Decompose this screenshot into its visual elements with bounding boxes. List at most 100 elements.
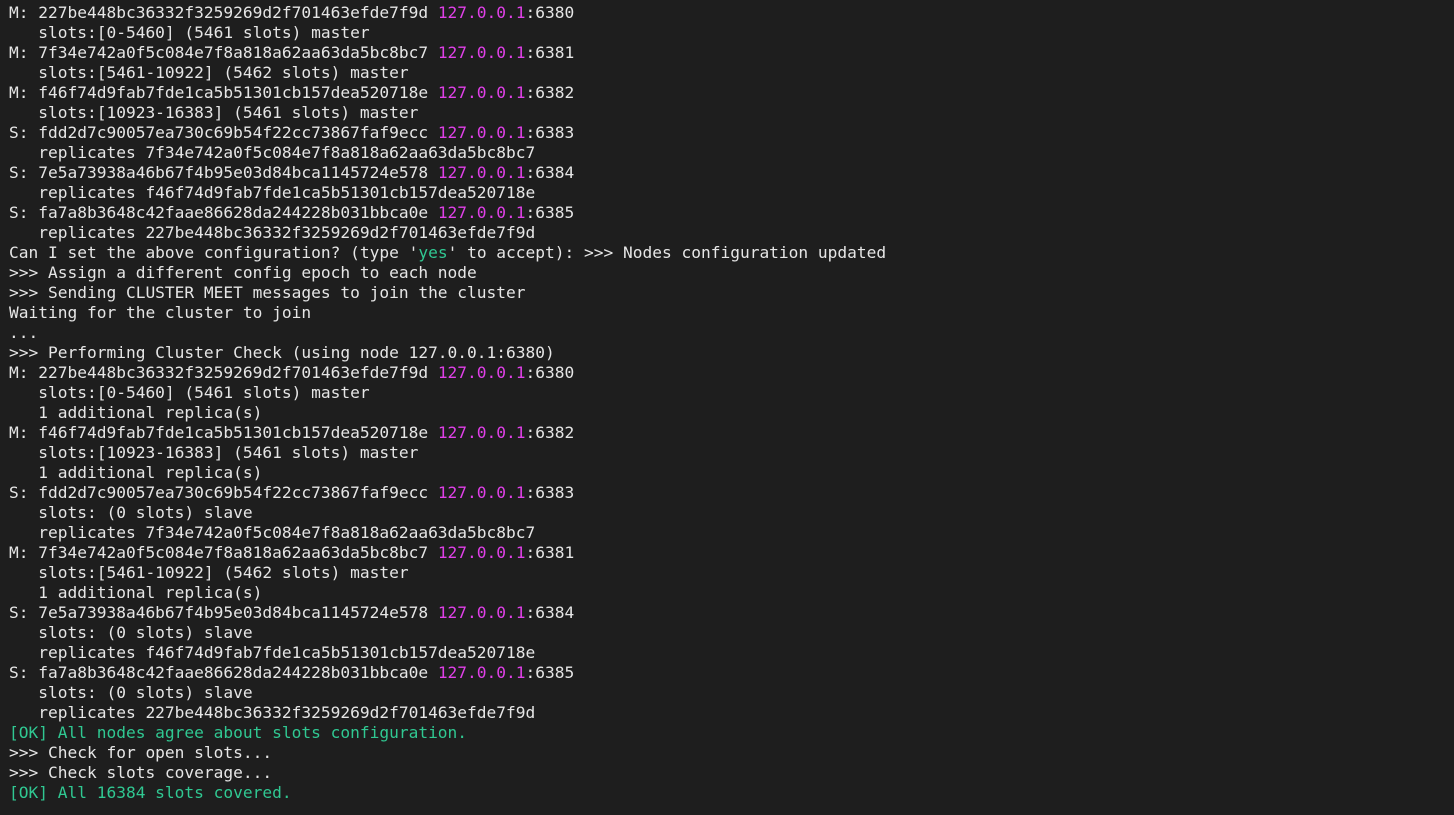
- terminal-line: slots:[0-5460] (5461 slots) master: [9, 383, 1454, 403]
- terminal-text: M: 7f34e742a0f5c084e7f8a818a62aa63da5bc8…: [9, 43, 438, 62]
- terminal-text: slots:[10923-16383] (5461 slots) master: [9, 443, 419, 462]
- terminal-line: slots:[5461-10922] (5462 slots) master: [9, 63, 1454, 83]
- terminal-line: slots:[10923-16383] (5461 slots) master: [9, 443, 1454, 463]
- terminal-text: :6382: [525, 423, 575, 442]
- terminal-text: slots:[5461-10922] (5462 slots) master: [9, 63, 409, 82]
- terminal-text: >>> Performing Cluster Check (using node…: [9, 343, 555, 362]
- terminal-text: :6380: [525, 3, 575, 22]
- terminal-text: >>> Assign a different config epoch to e…: [9, 263, 477, 282]
- terminal-text: replicates 227be448bc36332f3259269d2f701…: [9, 703, 536, 722]
- terminal-text: slots:[0-5460] (5461 slots) master: [9, 23, 370, 42]
- terminal-text: 1 additional replica(s): [9, 463, 263, 482]
- terminal-text: :6384: [525, 603, 575, 622]
- terminal-line: slots: (0 slots) slave: [9, 683, 1454, 703]
- terminal-text: S: 7e5a73938a46b67f4b95e03d84bca1145724e…: [9, 163, 438, 182]
- terminal-text: :6381: [525, 43, 575, 62]
- terminal-line: M: 7f34e742a0f5c084e7f8a818a62aa63da5bc8…: [9, 43, 1454, 63]
- ip-address: 127.0.0.1: [437, 603, 526, 622]
- terminal-text: slots: (0 slots) slave: [9, 683, 253, 702]
- terminal-text: S: fdd2d7c90057ea730c69b54f22cc73867faf9…: [9, 483, 438, 502]
- terminal-line: S: fdd2d7c90057ea730c69b54f22cc73867faf9…: [9, 123, 1454, 143]
- terminal-line: [OK] All nodes agree about slots configu…: [9, 723, 1454, 743]
- terminal-text: M: 227be448bc36332f3259269d2f701463efde7…: [9, 3, 438, 22]
- terminal-line: >>> Performing Cluster Check (using node…: [9, 343, 1454, 363]
- terminal-line: Can I set the above configuration? (type…: [9, 243, 1454, 263]
- terminal-text: ...: [9, 323, 39, 342]
- terminal-line: >>> Check for open slots...: [9, 743, 1454, 763]
- terminal-line: >>> Assign a different config epoch to e…: [9, 263, 1454, 283]
- yes-keyword: yes: [418, 243, 448, 262]
- terminal-line: 1 additional replica(s): [9, 583, 1454, 603]
- terminal-text: >>> Check for open slots...: [9, 743, 273, 762]
- terminal-line: slots: (0 slots) slave: [9, 623, 1454, 643]
- terminal-line: M: f46f74d9fab7fde1ca5b51301cb157dea5207…: [9, 83, 1454, 103]
- terminal-text: slots:[0-5460] (5461 slots) master: [9, 383, 370, 402]
- terminal-text: replicates f46f74d9fab7fde1ca5b51301cb15…: [9, 183, 536, 202]
- terminal-text: replicates f46f74d9fab7fde1ca5b51301cb15…: [9, 643, 536, 662]
- terminal-text: S: 7e5a73938a46b67f4b95e03d84bca1145724e…: [9, 603, 438, 622]
- terminal-line: 1 additional replica(s): [9, 463, 1454, 483]
- terminal-text: :6380: [525, 363, 575, 382]
- ip-address: 127.0.0.1: [437, 123, 526, 142]
- terminal-line: Waiting for the cluster to join: [9, 303, 1454, 323]
- terminal-text: >>> Sending CLUSTER MEET messages to joi…: [9, 283, 526, 302]
- terminal-line: slots:[0-5460] (5461 slots) master: [9, 23, 1454, 43]
- terminal-text: :6385: [525, 203, 575, 222]
- terminal-line: replicates 7f34e742a0f5c084e7f8a818a62aa…: [9, 143, 1454, 163]
- terminal-text: ' to accept): >>> Nodes configuration up…: [447, 243, 887, 262]
- terminal-line: >>> Sending CLUSTER MEET messages to joi…: [9, 283, 1454, 303]
- ip-address: 127.0.0.1: [437, 543, 526, 562]
- terminal-text: 1 additional replica(s): [9, 403, 263, 422]
- terminal-text: S: fa7a8b3648c42faae86628da244228b031bbc…: [9, 203, 438, 222]
- terminal-text: S: fdd2d7c90057ea730c69b54f22cc73867faf9…: [9, 123, 438, 142]
- terminal-line: [OK] All 16384 slots covered.: [9, 783, 1454, 803]
- ip-address: 127.0.0.1: [437, 43, 526, 62]
- terminal-text: replicates 227be448bc36332f3259269d2f701…: [9, 223, 536, 242]
- terminal-text: :6385: [525, 663, 575, 682]
- terminal-line: M: 227be448bc36332f3259269d2f701463efde7…: [9, 363, 1454, 383]
- terminal-text: M: 7f34e742a0f5c084e7f8a818a62aa63da5bc8…: [9, 543, 438, 562]
- terminal-text: M: 227be448bc36332f3259269d2f701463efde7…: [9, 363, 438, 382]
- ip-address: 127.0.0.1: [437, 423, 526, 442]
- terminal-text: replicates 7f34e742a0f5c084e7f8a818a62aa…: [9, 523, 536, 542]
- terminal-line: replicates 227be448bc36332f3259269d2f701…: [9, 703, 1454, 723]
- terminal-line: M: 7f34e742a0f5c084e7f8a818a62aa63da5bc8…: [9, 543, 1454, 563]
- terminal-text: 1 additional replica(s): [9, 583, 263, 602]
- terminal-line: slots: (0 slots) slave: [9, 503, 1454, 523]
- terminal-line: slots:[10923-16383] (5461 slots) master: [9, 103, 1454, 123]
- terminal-text: >>> Check slots coverage...: [9, 763, 273, 782]
- terminal-line: S: fdd2d7c90057ea730c69b54f22cc73867faf9…: [9, 483, 1454, 503]
- ok-status-text: [OK] All 16384 slots covered.: [9, 783, 292, 802]
- terminal-line: S: fa7a8b3648c42faae86628da244228b031bbc…: [9, 203, 1454, 223]
- terminal-line: replicates f46f74d9fab7fde1ca5b51301cb15…: [9, 643, 1454, 663]
- terminal-line: replicates 7f34e742a0f5c084e7f8a818a62aa…: [9, 523, 1454, 543]
- terminal-line: replicates 227be448bc36332f3259269d2f701…: [9, 223, 1454, 243]
- terminal-line: 1 additional replica(s): [9, 403, 1454, 423]
- terminal-text: S: fa7a8b3648c42faae86628da244228b031bbc…: [9, 663, 438, 682]
- terminal-text: replicates 7f34e742a0f5c084e7f8a818a62aa…: [9, 143, 536, 162]
- terminal-text: :6381: [525, 543, 575, 562]
- terminal-line: ...: [9, 323, 1454, 343]
- terminal-line: >>> Check slots coverage...: [9, 763, 1454, 783]
- terminal-line: M: 227be448bc36332f3259269d2f701463efde7…: [9, 3, 1454, 23]
- terminal-output[interactable]: M: 227be448bc36332f3259269d2f701463efde7…: [0, 0, 1454, 815]
- terminal-text: Can I set the above configuration? (type…: [9, 243, 419, 262]
- terminal-text: M: f46f74d9fab7fde1ca5b51301cb157dea5207…: [9, 423, 438, 442]
- ip-address: 127.0.0.1: [437, 483, 526, 502]
- ip-address: 127.0.0.1: [437, 363, 526, 382]
- terminal-text: M: f46f74d9fab7fde1ca5b51301cb157dea5207…: [9, 83, 438, 102]
- terminal-text: slots: (0 slots) slave: [9, 503, 253, 522]
- ip-address: 127.0.0.1: [437, 663, 526, 682]
- terminal-line: S: 7e5a73938a46b67f4b95e03d84bca1145724e…: [9, 163, 1454, 183]
- terminal-line: replicates f46f74d9fab7fde1ca5b51301cb15…: [9, 183, 1454, 203]
- ip-address: 127.0.0.1: [437, 203, 526, 222]
- terminal-text: Waiting for the cluster to join: [9, 303, 312, 322]
- ip-address: 127.0.0.1: [437, 163, 526, 182]
- ip-address: 127.0.0.1: [437, 83, 526, 102]
- terminal-line: M: f46f74d9fab7fde1ca5b51301cb157dea5207…: [9, 423, 1454, 443]
- terminal-text: slots:[5461-10922] (5462 slots) master: [9, 563, 409, 582]
- terminal-line: slots:[5461-10922] (5462 slots) master: [9, 563, 1454, 583]
- ip-address: 127.0.0.1: [437, 3, 526, 22]
- ok-status-text: [OK] All nodes agree about slots configu…: [9, 723, 468, 742]
- terminal-text: slots: (0 slots) slave: [9, 623, 253, 642]
